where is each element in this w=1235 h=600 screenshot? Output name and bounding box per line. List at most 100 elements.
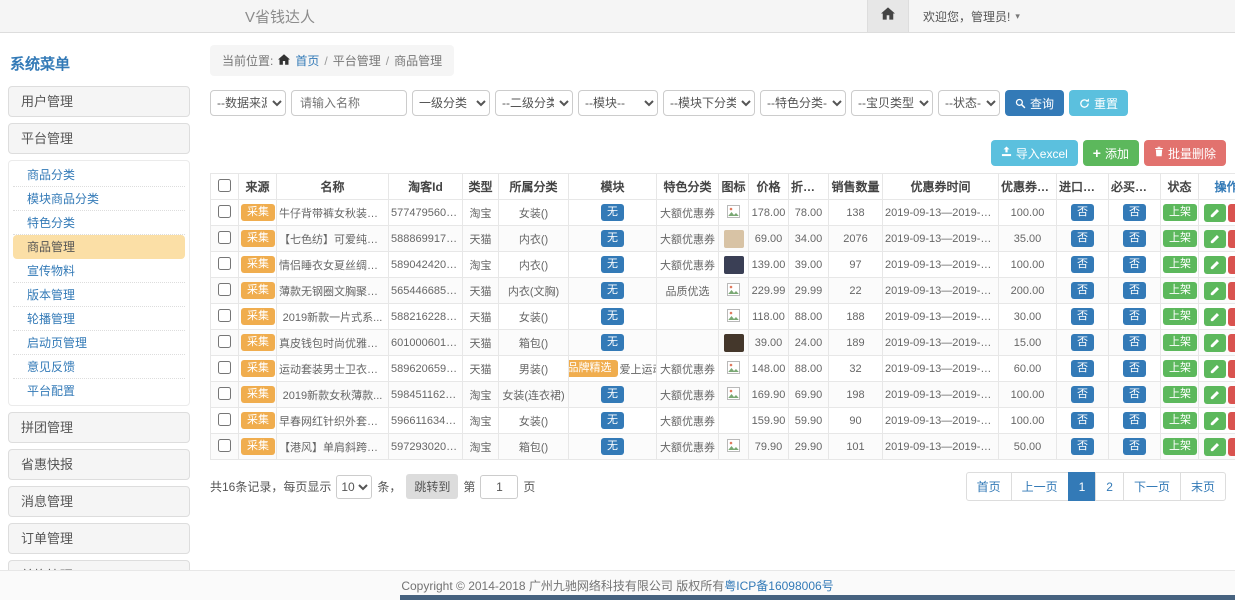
import-excel-button[interactable]: 导入excel xyxy=(991,140,1078,166)
import-choice-toggle[interactable]: 否 xyxy=(1071,334,1094,351)
edit-button[interactable] xyxy=(1204,386,1226,404)
item-type-select[interactable]: --宝贝类型-- xyxy=(851,90,933,116)
submenu-item[interactable]: 商品分类 xyxy=(13,163,185,187)
row-checkbox[interactable] xyxy=(218,413,231,426)
status-badge[interactable]: 上架 xyxy=(1163,308,1197,325)
batch-delete-button[interactable]: 批量删除 xyxy=(1144,140,1226,166)
submenu-item[interactable]: 特色分类 xyxy=(13,211,185,235)
delete-button[interactable] xyxy=(1228,412,1235,430)
delete-button[interactable] xyxy=(1228,282,1235,300)
pager-button[interactable]: 上一页 xyxy=(1011,472,1069,501)
import-choice-toggle[interactable]: 否 xyxy=(1071,438,1094,455)
sidebar-group-after-2[interactable]: 消息管理 xyxy=(8,486,190,517)
pager-button[interactable]: 下一页 xyxy=(1123,472,1181,501)
edit-button[interactable] xyxy=(1204,230,1226,248)
must-buy-toggle[interactable]: 否 xyxy=(1123,334,1146,351)
edit-button[interactable] xyxy=(1204,204,1226,222)
name-input[interactable] xyxy=(291,90,407,116)
pager-button[interactable]: 1 xyxy=(1068,472,1097,501)
feature-category-select[interactable]: --特色分类-- xyxy=(760,90,846,116)
edit-button[interactable] xyxy=(1204,256,1226,274)
module-subcategory-select[interactable]: --模块下分类-- xyxy=(663,90,755,116)
status-badge[interactable]: 上架 xyxy=(1163,204,1197,221)
delete-button[interactable] xyxy=(1228,438,1235,456)
must-buy-toggle[interactable]: 否 xyxy=(1123,438,1146,455)
import-choice-toggle[interactable]: 否 xyxy=(1071,230,1094,247)
status-select[interactable]: --状态-- xyxy=(938,90,1000,116)
submenu-item[interactable]: 启动页管理 xyxy=(13,331,185,355)
import-choice-toggle[interactable]: 否 xyxy=(1071,360,1094,377)
user-menu[interactable]: 欢迎您，管理员! ▾ xyxy=(909,8,1034,25)
submenu-item[interactable]: 平台配置 xyxy=(13,379,185,403)
sidebar-group-1[interactable]: 平台管理 xyxy=(8,123,190,154)
page-number-input[interactable] xyxy=(480,475,518,499)
submenu-item[interactable]: 轮播管理 xyxy=(13,307,185,331)
row-checkbox[interactable] xyxy=(218,309,231,322)
sidebar-group-after-3[interactable]: 订单管理 xyxy=(8,523,190,554)
status-badge[interactable]: 上架 xyxy=(1163,412,1197,429)
edit-button[interactable] xyxy=(1204,438,1226,456)
sidebar-group-0[interactable]: 用户管理 xyxy=(8,86,190,117)
delete-button[interactable] xyxy=(1228,334,1235,352)
sidebar-group-after-0[interactable]: 拼团管理 xyxy=(8,412,190,443)
submenu-item[interactable]: 模块商品分类 xyxy=(13,187,185,211)
row-checkbox[interactable] xyxy=(218,361,231,374)
must-buy-toggle[interactable]: 否 xyxy=(1123,204,1146,221)
jump-to-button[interactable]: 跳转到 xyxy=(406,474,458,499)
pager-button[interactable]: 末页 xyxy=(1180,472,1226,501)
delete-button[interactable] xyxy=(1228,230,1235,248)
pager-button[interactable]: 首页 xyxy=(966,472,1012,501)
delete-button[interactable] xyxy=(1228,204,1235,222)
import-choice-toggle[interactable]: 否 xyxy=(1071,412,1094,429)
add-button[interactable]: + 添加 xyxy=(1083,140,1139,166)
status-badge[interactable]: 上架 xyxy=(1163,360,1197,377)
home-button[interactable] xyxy=(867,0,909,32)
must-buy-toggle[interactable]: 否 xyxy=(1123,360,1146,377)
submenu-item[interactable]: 宣传物料 xyxy=(13,259,185,283)
per-page-select[interactable]: 10 xyxy=(336,475,372,499)
status-badge[interactable]: 上架 xyxy=(1163,438,1197,455)
delete-button[interactable] xyxy=(1228,386,1235,404)
search-button[interactable]: 查询 xyxy=(1005,90,1064,116)
sidebar-group-after-4[interactable]: 兑换管理 xyxy=(8,560,190,570)
delete-button[interactable] xyxy=(1228,308,1235,326)
delete-button[interactable] xyxy=(1228,256,1235,274)
row-checkbox[interactable] xyxy=(218,335,231,348)
submenu-item[interactable]: 意见反馈 xyxy=(13,355,185,379)
import-choice-toggle[interactable]: 否 xyxy=(1071,204,1094,221)
must-buy-toggle[interactable]: 否 xyxy=(1123,282,1146,299)
row-checkbox[interactable] xyxy=(218,439,231,452)
import-choice-toggle[interactable]: 否 xyxy=(1071,308,1094,325)
reset-button[interactable]: 重置 xyxy=(1069,90,1128,116)
level1-category-select[interactable]: 一级分类 xyxy=(412,90,490,116)
module-select[interactable]: --模块-- xyxy=(578,90,658,116)
submenu-item[interactable]: 版本管理 xyxy=(13,283,185,307)
row-checkbox[interactable] xyxy=(218,257,231,270)
row-checkbox[interactable] xyxy=(218,283,231,296)
status-badge[interactable]: 上架 xyxy=(1163,230,1197,247)
import-choice-toggle[interactable]: 否 xyxy=(1071,282,1094,299)
status-badge[interactable]: 上架 xyxy=(1163,386,1197,403)
must-buy-toggle[interactable]: 否 xyxy=(1123,308,1146,325)
status-badge[interactable]: 上架 xyxy=(1163,256,1197,273)
edit-button[interactable] xyxy=(1204,334,1226,352)
import-choice-toggle[interactable]: 否 xyxy=(1071,256,1094,273)
must-buy-toggle[interactable]: 否 xyxy=(1123,230,1146,247)
icp-link[interactable]: 粤ICP备16098006号 xyxy=(724,577,833,594)
must-buy-toggle[interactable]: 否 xyxy=(1123,256,1146,273)
import-choice-toggle[interactable]: 否 xyxy=(1071,386,1094,403)
edit-button[interactable] xyxy=(1204,282,1226,300)
level2-category-select[interactable]: --二级分类-- xyxy=(495,90,573,116)
horizontal-scrollbar[interactable] xyxy=(400,595,1235,600)
must-buy-toggle[interactable]: 否 xyxy=(1123,386,1146,403)
row-checkbox[interactable] xyxy=(218,231,231,244)
row-checkbox[interactable] xyxy=(218,387,231,400)
sidebar-group-after-1[interactable]: 省惠快报 xyxy=(8,449,190,480)
breadcrumb-home-link[interactable]: 首页 xyxy=(295,52,319,69)
delete-button[interactable] xyxy=(1228,360,1235,378)
edit-button[interactable] xyxy=(1204,360,1226,378)
status-badge[interactable]: 上架 xyxy=(1163,334,1197,351)
data-source-select[interactable]: --数据来源-- xyxy=(210,90,286,116)
submenu-item[interactable]: 商品管理 xyxy=(13,235,185,259)
pager-button[interactable]: 2 xyxy=(1095,472,1124,501)
